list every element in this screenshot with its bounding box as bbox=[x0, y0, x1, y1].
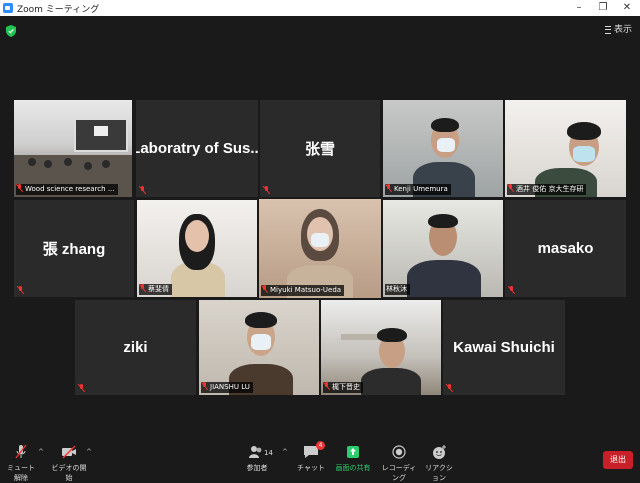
participant-display-name: 張 zhang bbox=[42, 241, 106, 258]
window-title: Zoom ミーティング bbox=[17, 5, 100, 15]
video-feed bbox=[321, 300, 441, 395]
audio-options-caret[interactable]: ^ bbox=[38, 448, 44, 456]
video-feed bbox=[383, 200, 503, 297]
video-feed bbox=[505, 100, 626, 197]
mic-muted-icon bbox=[264, 186, 270, 194]
participant-name-label: JIANSHU LU bbox=[201, 382, 253, 393]
mic-muted-icon bbox=[79, 384, 85, 392]
minimize-button[interactable]: – bbox=[568, 1, 590, 15]
mic-muted-icon bbox=[262, 285, 268, 293]
video-options-caret[interactable]: ^ bbox=[86, 448, 92, 456]
record-icon bbox=[392, 445, 406, 459]
mic-muted-icon bbox=[17, 184, 23, 192]
participant-tile[interactable]: Laboratry of Sus... bbox=[136, 100, 258, 197]
zoom-app-icon bbox=[3, 3, 13, 13]
participant-tile[interactable]: 林秋沐 bbox=[383, 200, 503, 297]
participants-count: 14 bbox=[264, 449, 273, 457]
start-video-label: ビデオの開始 bbox=[51, 464, 87, 482]
video-feed bbox=[259, 199, 381, 298]
participant-display-name: Laboratry of Sus... bbox=[136, 140, 258, 157]
participant-tile[interactable]: Kawai Shuichi bbox=[443, 300, 565, 395]
reactions-button[interactable]: リアクション bbox=[424, 444, 454, 483]
mic-muted-icon bbox=[386, 184, 392, 192]
grid-view-icon bbox=[604, 25, 611, 34]
participant-display-name: ziki bbox=[123, 339, 148, 356]
participant-tile[interactable]: ziki bbox=[75, 300, 196, 395]
mic-muted-icon bbox=[447, 384, 453, 392]
participant-tile[interactable]: 梶下晋史 bbox=[321, 300, 441, 395]
meeting-top-strip bbox=[0, 16, 640, 44]
mic-muted-icon bbox=[140, 186, 146, 194]
participant-display-name: Kawai Shuichi bbox=[453, 339, 555, 356]
view-button[interactable]: 表示 bbox=[604, 22, 632, 35]
share-screen-label: 画面の共有 bbox=[335, 464, 371, 472]
video-feed bbox=[137, 200, 257, 297]
participant-tile[interactable]: Wood science research ... bbox=[14, 100, 132, 197]
share-screen-button[interactable]: 画面の共有 bbox=[334, 444, 372, 473]
participant-tile-active-speaker[interactable]: Miyuki Matsuo-Ueda bbox=[259, 199, 381, 298]
participants-button[interactable]: 14 参加者 bbox=[242, 444, 273, 473]
video-feed bbox=[383, 100, 503, 197]
video-feed bbox=[199, 300, 319, 395]
share-screen-icon bbox=[347, 446, 359, 458]
participant-tile[interactable]: JIANSHU LU bbox=[199, 300, 319, 395]
participant-tile[interactable]: masako bbox=[505, 200, 626, 297]
mic-muted-icon bbox=[202, 382, 208, 390]
leave-meeting-button[interactable]: 退出 bbox=[603, 451, 633, 469]
video-feed bbox=[14, 100, 132, 197]
participants-label: 参加者 bbox=[246, 464, 268, 472]
participant-tile[interactable]: 酒井 俊佑 京大生存研 bbox=[505, 100, 626, 197]
shield-check-icon[interactable] bbox=[6, 25, 16, 37]
participant-name-label: 林秋沐 bbox=[385, 284, 410, 295]
reactions-label: リアクション bbox=[425, 464, 453, 482]
participant-tile[interactable]: Kenji Umemura bbox=[383, 100, 503, 197]
participant-name-label: Wood science research ... bbox=[16, 184, 118, 195]
meeting-toolbar: ミュート解除 ^ ビデオの開始 ^ 14 参加者 ^ 4 チャット 画面の共有 bbox=[0, 440, 640, 483]
chat-button[interactable]: 4 チャット bbox=[296, 441, 326, 473]
mic-muted-icon bbox=[324, 382, 330, 390]
window-title-bar: Zoom ミーティング – ❐ ✕ bbox=[0, 0, 640, 16]
participant-name-label: 梶下晋史 bbox=[323, 382, 363, 393]
participant-tile[interactable]: 蔡斐倩 bbox=[137, 200, 257, 297]
mic-muted-icon bbox=[18, 286, 24, 294]
chat-unread-badge: 4 bbox=[316, 441, 325, 450]
maximize-button[interactable]: ❐ bbox=[592, 1, 614, 15]
mic-muted-icon bbox=[509, 286, 515, 294]
record-button[interactable]: レコーディング bbox=[380, 444, 418, 483]
start-video-button[interactable]: ビデオの開始 bbox=[50, 444, 88, 483]
view-label: 表示 bbox=[613, 25, 632, 35]
video-off-icon bbox=[62, 445, 76, 459]
participant-tile[interactable]: 张雪 bbox=[260, 100, 380, 197]
participant-tile[interactable]: 張 zhang bbox=[14, 200, 134, 297]
mic-muted-icon bbox=[140, 284, 146, 292]
chat-icon: 4 bbox=[302, 441, 325, 460]
reactions-icon bbox=[433, 445, 446, 459]
close-button[interactable]: ✕ bbox=[616, 1, 638, 15]
mic-muted-icon bbox=[15, 444, 27, 459]
participant-display-name: masako bbox=[537, 240, 594, 257]
participant-name-label: 酒井 俊佑 京大生存研 bbox=[507, 184, 587, 195]
participant-name-label: Kenji Umemura bbox=[385, 184, 451, 195]
chat-label: チャット bbox=[297, 464, 325, 472]
participants-options-caret[interactable]: ^ bbox=[282, 448, 288, 456]
record-label: レコーディング bbox=[381, 464, 417, 482]
participant-name-label: 蔡斐倩 bbox=[139, 284, 172, 295]
participant-name-label: Miyuki Matsuo-Ueda bbox=[261, 285, 345, 296]
participant-display-name: 张雪 bbox=[304, 141, 335, 158]
mic-muted-icon bbox=[508, 184, 514, 192]
unmute-label: ミュート解除 bbox=[7, 464, 35, 482]
unmute-button[interactable]: ミュート解除 bbox=[4, 444, 38, 483]
